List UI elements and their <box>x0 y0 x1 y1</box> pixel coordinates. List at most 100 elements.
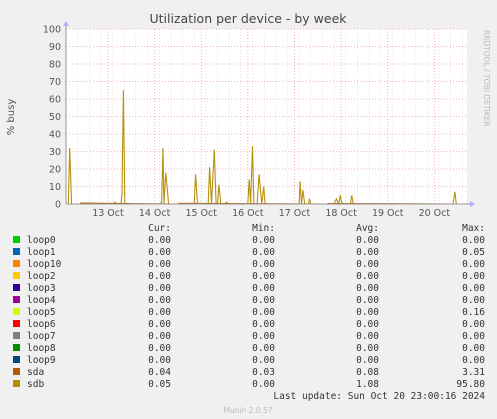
legend-max-loop2: 0.00 <box>462 271 485 282</box>
legend-cur-loop9: 0.00 <box>148 355 171 366</box>
legend-avg-loop0: 0.00 <box>356 235 379 246</box>
legend-max-loop0: 0.00 <box>462 235 485 246</box>
legend-swatch-loop7 <box>13 332 20 339</box>
legend-label-loop10: loop10 <box>27 259 62 270</box>
legend-max-loop7: 0.00 <box>462 331 485 342</box>
x-tick-label: 16 Oct <box>232 208 264 219</box>
x-tick-label: 13 Oct <box>92 208 124 219</box>
legend-max-loop6: 0.00 <box>462 319 485 330</box>
legend-avg-sdb: 1.08 <box>356 379 379 390</box>
y-tick-label: 50 <box>49 112 61 123</box>
y-tick-label: 10 <box>49 182 61 193</box>
legend: Cur: Min: Avg: Max:loop0 0.00 0.00 0.00 0.00loo… <box>13 223 485 390</box>
legend-label-loop6: loop6 <box>27 319 56 330</box>
legend-swatch-sda <box>13 368 20 375</box>
legend-max-loop4: 0.00 <box>462 295 485 306</box>
legend-max-loop3: 0.00 <box>462 283 485 294</box>
legend-max-sda: 3.31 <box>462 367 485 378</box>
legend-swatch-loop6 <box>13 320 20 327</box>
legend-header-avg: Avg: <box>356 223 379 234</box>
legend-min-loop9: 0.00 <box>252 355 275 366</box>
legend-header-min: Min: <box>252 223 275 234</box>
legend-swatch-loop9 <box>13 356 20 363</box>
legend-max-loop5: 0.16 <box>462 307 485 318</box>
chart-svg: Utilization per device - by week % busy … <box>6 11 491 415</box>
legend-max-loop10: 0.00 <box>462 259 485 270</box>
legend-min-loop4: 0.00 <box>252 295 275 306</box>
x-tick-label: 18 Oct <box>325 208 357 219</box>
legend-max-loop9: 0.00 <box>462 355 485 366</box>
legend-cur-loop6: 0.00 <box>148 319 171 330</box>
legend-swatch-loop1 <box>13 248 20 255</box>
legend-header-max: Max: <box>462 223 485 234</box>
legend-label-sda: sda <box>27 367 44 378</box>
legend-cur-loop2: 0.00 <box>148 271 171 282</box>
legend-header-cur: Cur: <box>148 223 171 234</box>
legend-avg-sda: 0.08 <box>356 367 379 378</box>
legend-label-loop0: loop0 <box>27 235 56 246</box>
legend-avg-loop5: 0.00 <box>356 307 379 318</box>
legend-avg-loop2: 0.00 <box>356 271 379 282</box>
x-axis-arrow <box>470 201 475 207</box>
legend-label-loop1: loop1 <box>27 247 56 258</box>
legend-cur-loop10: 0.00 <box>148 259 171 270</box>
legend-swatch-loop4 <box>13 296 20 303</box>
legend-swatch-loop5 <box>13 308 20 315</box>
legend-min-sdb: 0.00 <box>252 379 275 390</box>
munin-graph: Utilization per device - by week % busy … <box>0 0 497 419</box>
legend-max-sdb: 95.80 <box>456 379 485 390</box>
legend-label-loop5: loop5 <box>27 307 56 318</box>
legend-avg-loop9: 0.00 <box>356 355 379 366</box>
y-axis-label: % busy <box>6 99 17 136</box>
y-tick-label: 100 <box>43 25 61 36</box>
legend-cur-loop1: 0.00 <box>148 247 171 258</box>
x-tick-label: 20 Oct <box>419 208 451 219</box>
munin-version: Munin 2.0.57 <box>223 406 272 415</box>
legend-cur-loop0: 0.00 <box>148 235 171 246</box>
legend-swatch-loop10 <box>13 260 20 267</box>
y-tick-labels: 0 10 20 30 40 50 60 70 80 90 100 <box>43 25 61 211</box>
legend-avg-loop4: 0.00 <box>356 295 379 306</box>
last-update: Last update: Sun Oct 20 23:00:16 2024 <box>273 391 485 402</box>
y-axis-arrow <box>63 21 69 26</box>
legend-label-loop2: loop2 <box>27 271 56 282</box>
legend-swatch-loop0 <box>13 236 20 243</box>
legend-label-loop4: loop4 <box>27 295 56 306</box>
y-tick-label: 30 <box>49 147 61 158</box>
legend-min-loop1: 0.00 <box>252 247 275 258</box>
legend-max-loop1: 0.05 <box>462 247 485 258</box>
legend-cur-loop8: 0.00 <box>148 343 171 354</box>
legend-cur-sdb: 0.05 <box>148 379 171 390</box>
x-tick-label: 14 Oct <box>139 208 171 219</box>
legend-label-loop7: loop7 <box>27 331 56 342</box>
legend-avg-loop6: 0.00 <box>356 319 379 330</box>
legend-cur-loop7: 0.00 <box>148 331 171 342</box>
x-tick-label: 19 Oct <box>372 208 404 219</box>
legend-max-loop8: 0.00 <box>462 343 485 354</box>
legend-min-loop10: 0.00 <box>252 259 275 270</box>
y-tick-label: 90 <box>49 42 61 53</box>
y-tick-label: 0 <box>55 200 61 211</box>
x-tick-label: 17 Oct <box>279 208 311 219</box>
legend-min-loop8: 0.00 <box>252 343 275 354</box>
legend-cur-loop3: 0.00 <box>148 283 171 294</box>
legend-cur-sda: 0.04 <box>148 367 171 378</box>
y-tick-label: 80 <box>49 60 61 71</box>
legend-avg-loop10: 0.00 <box>356 259 379 270</box>
y-tick-label: 40 <box>49 130 61 141</box>
legend-min-loop0: 0.00 <box>252 235 275 246</box>
legend-min-loop5: 0.00 <box>252 307 275 318</box>
legend-label-loop3: loop3 <box>27 283 56 294</box>
x-tick-labels: 13 Oct 14 Oct 15 Oct 16 Oct 17 Oct 18 Oct 19 O… <box>92 208 450 219</box>
legend-min-sda: 0.03 <box>252 367 275 378</box>
y-tick-label: 60 <box>49 95 61 106</box>
x-tick-label: 15 Oct <box>185 208 217 219</box>
y-tick-label: 70 <box>49 77 61 88</box>
legend-swatch-sdb <box>13 380 20 387</box>
legend-min-loop6: 0.00 <box>252 319 275 330</box>
legend-avg-loop8: 0.00 <box>356 343 379 354</box>
legend-min-loop7: 0.00 <box>252 331 275 342</box>
legend-swatch-loop3 <box>13 284 20 291</box>
legend-min-loop2: 0.00 <box>252 271 275 282</box>
legend-avg-loop3: 0.00 <box>356 283 379 294</box>
